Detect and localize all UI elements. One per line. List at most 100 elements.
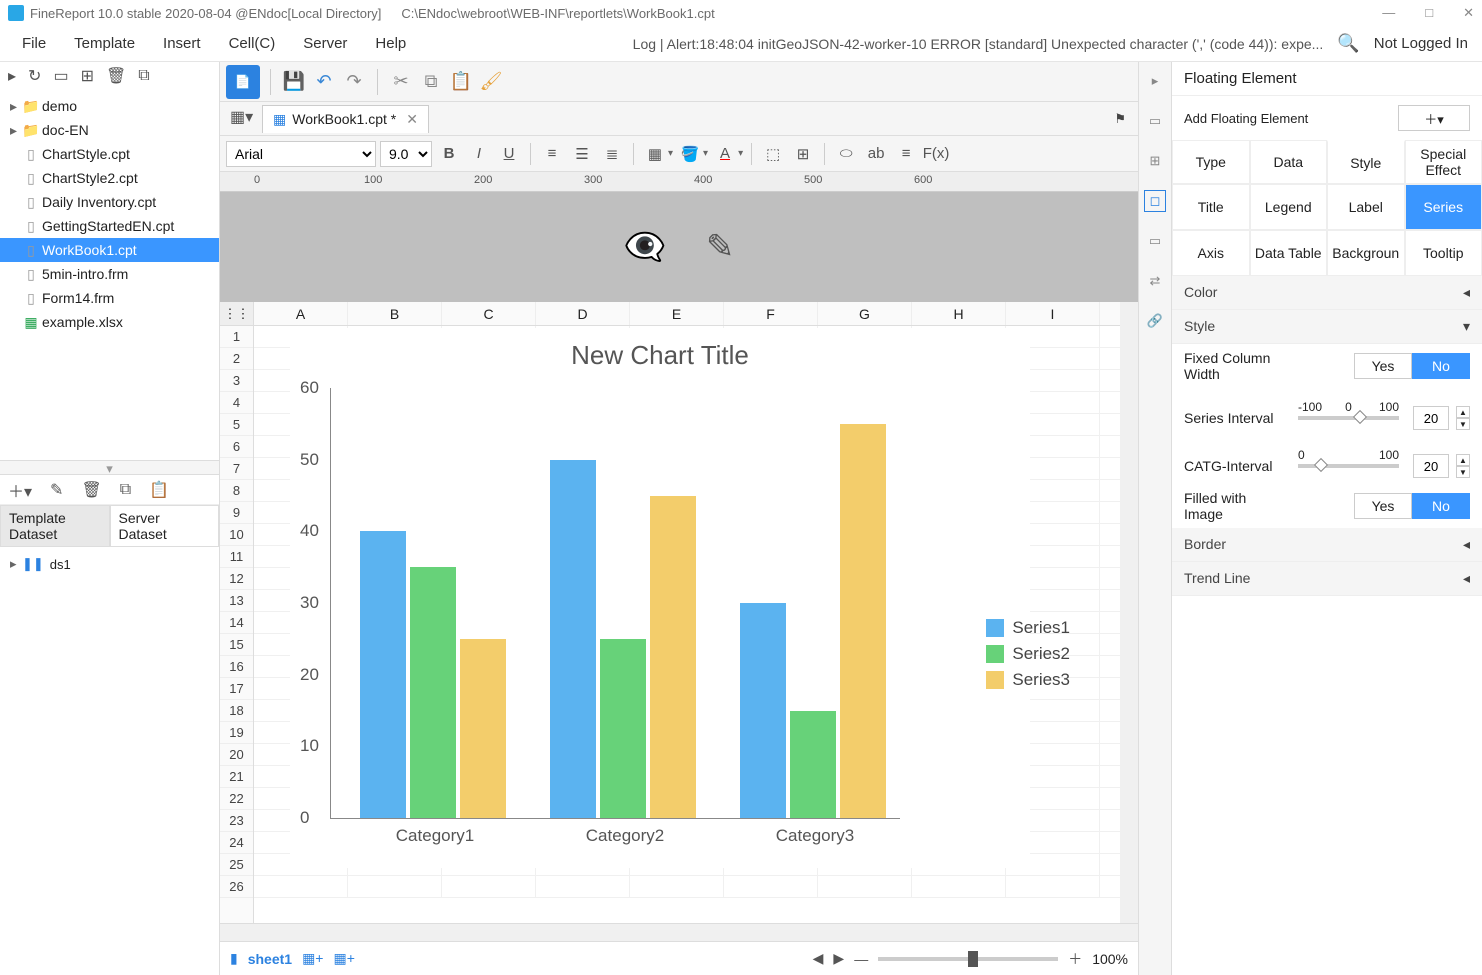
spin-up[interactable]: ▲	[1456, 454, 1470, 466]
col-head-H[interactable]: H	[912, 302, 1006, 325]
col-head-G[interactable]: G	[818, 302, 912, 325]
border-icon[interactable]: ▦	[642, 141, 668, 167]
grid-row[interactable]	[254, 832, 1120, 854]
style-tab-axis[interactable]: Axis	[1172, 230, 1250, 276]
grid-row[interactable]	[254, 876, 1120, 898]
merge-icon[interactable]: ⬚	[760, 141, 786, 167]
spin-down[interactable]: ▼	[1456, 466, 1470, 478]
row-head[interactable]: 22	[220, 788, 253, 810]
col-head-E[interactable]: E	[630, 302, 724, 325]
row-head[interactable]: 3	[220, 370, 253, 392]
row-head[interactable]: 24	[220, 832, 253, 854]
grid-row[interactable]	[254, 854, 1120, 876]
doc-tab[interactable]: ▦ WorkBook1.cpt * ✕	[262, 105, 429, 133]
edit-icon[interactable]: ✎	[706, 227, 735, 267]
grid-row[interactable]	[254, 722, 1120, 744]
tree-item-ChartStyle2-cpt[interactable]: ▯ChartStyle2.cpt	[0, 166, 219, 190]
row-head[interactable]: 17	[220, 678, 253, 700]
horizontal-scrollbar[interactable]	[220, 923, 1138, 941]
grid-row[interactable]	[254, 744, 1120, 766]
bold-icon[interactable]: B	[436, 141, 462, 167]
fontcolor-dropdown[interactable]: ▾	[738, 148, 743, 159]
grid-row[interactable]	[254, 634, 1120, 656]
ds-add-icon[interactable]: ＋▾	[8, 478, 32, 502]
menu-file[interactable]: File	[8, 29, 60, 58]
grid-row[interactable]	[254, 370, 1120, 392]
ss-cond-icon[interactable]: ⇄	[1144, 270, 1166, 292]
refresh-icon[interactable]: ↻	[28, 66, 41, 86]
section-border[interactable]: Border◂	[1172, 528, 1482, 562]
tree-item-Daily-Inventory-cpt[interactable]: ▯Daily Inventory.cpt	[0, 190, 219, 214]
rename-icon[interactable]: ▭	[53, 66, 68, 86]
formula-icon[interactable]: F(x)	[923, 141, 949, 167]
menu-template[interactable]: Template	[60, 29, 149, 58]
menu-help[interactable]: Help	[361, 29, 420, 58]
spin-up[interactable]: ▲	[1456, 406, 1470, 418]
row-head[interactable]: 20	[220, 744, 253, 766]
inserttext-icon[interactable]: ab	[863, 141, 889, 167]
add-sheet-icon[interactable]: ▦+	[302, 950, 323, 967]
insertlink-icon[interactable]: ⬭	[833, 141, 859, 167]
fontsize-select[interactable]: 9.0	[380, 141, 432, 167]
font-select[interactable]: Arial	[226, 141, 376, 167]
close-button[interactable]: ✕	[1463, 5, 1474, 21]
row-head[interactable]: 4	[220, 392, 253, 414]
col-head-A[interactable]: A	[254, 302, 348, 325]
zoom-out-icon[interactable]: —	[854, 951, 868, 967]
prop-tab-style[interactable]: Style	[1327, 140, 1405, 184]
zoom-slider[interactable]	[878, 957, 1058, 961]
ds-edit-icon[interactable]: ✎	[50, 480, 63, 500]
ss-layout-icon[interactable]: ⊞	[1144, 150, 1166, 172]
row-head[interactable]: 7	[220, 458, 253, 480]
copy-icon[interactable]: ⧉	[138, 67, 149, 85]
section-trend[interactable]: Trend Line◂	[1172, 562, 1482, 596]
style-tab-legend[interactable]: Legend	[1250, 184, 1328, 230]
row-head[interactable]: 16	[220, 656, 253, 678]
grid-row[interactable]	[254, 788, 1120, 810]
add-float-button[interactable]: ＋▾	[1398, 105, 1470, 131]
col-head-D[interactable]: D	[536, 302, 630, 325]
flag-icon[interactable]: ⚑	[1114, 111, 1126, 127]
ds-copy-icon[interactable]: ⧉	[120, 481, 131, 499]
maximize-button[interactable]: □	[1425, 5, 1433, 21]
grid-row[interactable]	[254, 546, 1120, 568]
tree-item-example-xlsx[interactable]: ▦example.xlsx	[0, 310, 219, 334]
row-head[interactable]: 25	[220, 854, 253, 876]
delete-icon[interactable]: 🗑	[106, 66, 126, 86]
fixed-col-yes[interactable]: Yes	[1354, 353, 1412, 379]
alignleft-icon[interactable]: ≡	[539, 141, 565, 167]
fontcolor-icon[interactable]: A	[712, 141, 738, 167]
tree-expand-icon[interactable]: ▸	[8, 66, 16, 86]
wrap-icon[interactable]: ≡	[893, 141, 919, 167]
prop-tab-type[interactable]: Type	[1172, 140, 1250, 184]
menu-insert[interactable]: Insert	[149, 29, 215, 58]
nav-last-icon[interactable]: ▶	[833, 950, 844, 967]
series-int-input[interactable]	[1413, 406, 1449, 430]
dataset-item[interactable]: ▸❚❚ ds1	[10, 553, 209, 575]
grid-row[interactable]	[254, 436, 1120, 458]
grid-main[interactable]: ABCDEFGHI New Chart Title 0102030405060C…	[254, 302, 1120, 923]
border-dropdown[interactable]: ▾	[668, 148, 673, 159]
grid-row[interactable]	[254, 612, 1120, 634]
sheet-tab[interactable]: sheet1	[248, 951, 292, 967]
row-head[interactable]: 12	[220, 568, 253, 590]
grid-row[interactable]	[254, 348, 1120, 370]
menu-server[interactable]: Server	[289, 29, 361, 58]
grid-row[interactable]	[254, 414, 1120, 436]
preview-button[interactable]: 📄	[226, 65, 260, 99]
fill-dropdown[interactable]: ▾	[703, 148, 708, 159]
tree-item-5min-intro-frm[interactable]: ▯5min-intro.frm	[0, 262, 219, 286]
grid-icon[interactable]: ▦▾	[230, 107, 254, 131]
row-head[interactable]: 15	[220, 634, 253, 656]
fill-icon[interactable]: 🪣	[677, 141, 703, 167]
grid-row[interactable]	[254, 502, 1120, 524]
catg-int-input[interactable]	[1413, 454, 1449, 478]
section-color[interactable]: Color◂	[1172, 276, 1482, 310]
login-status[interactable]: Not Logged In	[1374, 35, 1468, 52]
row-head[interactable]: 14	[220, 612, 253, 634]
ds-paste-icon[interactable]: 📋	[149, 480, 169, 500]
grid-rows[interactable]	[254, 326, 1120, 898]
series-int-slider[interactable]: -100 0 100	[1298, 416, 1399, 420]
collapse-handle[interactable]: ▾	[0, 460, 219, 474]
grid-row[interactable]	[254, 656, 1120, 678]
